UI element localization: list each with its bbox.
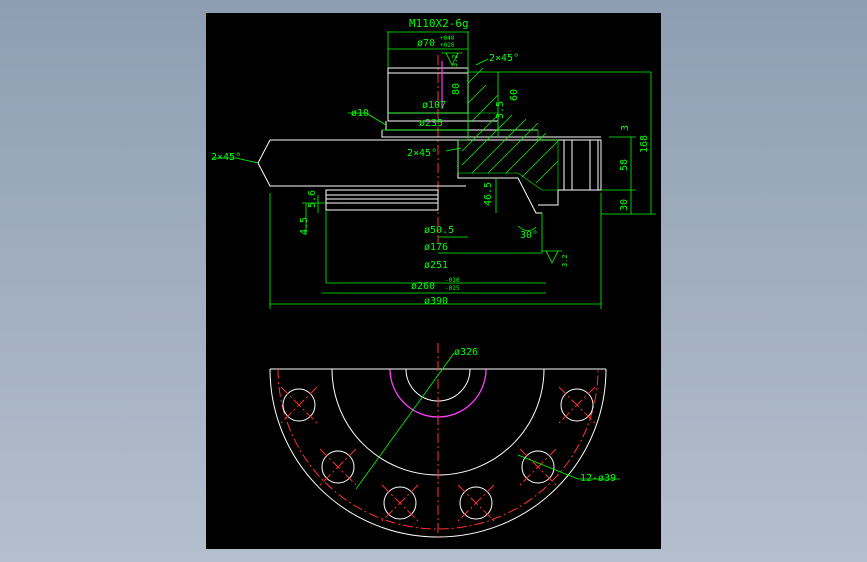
leader-d326 [355, 352, 455, 490]
roughness-symbol-top: 3.2 [442, 52, 462, 67]
dim-h35: 3.5 [495, 101, 506, 119]
dim-h168: 168 [639, 135, 650, 153]
technical-drawing: M110X2-6g ø70 +040 +020 2×45° ø107 ø10 ø… [211, 17, 656, 541]
dim-h58: 58 [619, 159, 630, 171]
dim-d70-tol-up: +040 [440, 35, 455, 42]
svg-text:3.2: 3.2 [451, 54, 459, 67]
dim-d235: ø235 [419, 118, 443, 129]
dim-d107: ø107 [422, 100, 446, 111]
dim-d176: ø176 [424, 242, 448, 253]
dim-d260-tol-dn: -025 [445, 285, 460, 292]
svg-text:3.2: 3.2 [561, 254, 569, 267]
bore-profile [457, 140, 542, 214]
roughness-symbol-bottom: 3.2 [542, 250, 569, 267]
leader-holes [517, 454, 579, 480]
dim-h30: 30 [619, 199, 630, 211]
dim-d70: ø70 [417, 38, 435, 49]
section-hatching [457, 67, 559, 191]
dim-d260-tol-up: -010 [445, 277, 460, 284]
dim-h56: 5.6 [307, 190, 318, 208]
spigot-outline [325, 189, 439, 211]
dim-angle-30: 30° [520, 230, 538, 241]
section-view: M110X2-6g ø70 +040 +020 2×45° ø107 ø10 ø… [211, 17, 656, 309]
dim-d251: ø251 [424, 260, 448, 271]
dim-chamfer-top: 2×45° [489, 53, 519, 64]
dim-thread: M110X2-6g [409, 17, 469, 30]
dim-d260: ø260 [411, 281, 435, 292]
dim-h3: 3 [620, 125, 631, 131]
dim-chamfer-mid: 2×45° [407, 148, 437, 159]
dim-h60: 60 [509, 89, 520, 101]
dim-d505: ø50.5 [424, 225, 454, 236]
flange-chamfer-left [257, 139, 326, 187]
dim-d326: ø326 [454, 347, 478, 358]
section-bolt-hole [563, 139, 599, 191]
dim-h45: 4.5 [299, 217, 310, 235]
dim-d70-tol-dn: +020 [440, 42, 455, 49]
plan-view: ø326 12-ø39 [269, 343, 620, 541]
dim-h80: 80 [451, 83, 462, 95]
hub-step-2 [385, 121, 538, 131]
cad-viewport[interactable]: M110X2-6g ø70 +040 +020 2×45° ø107 ø10 ø… [206, 13, 661, 549]
dim-d10: ø10 [351, 108, 369, 119]
dim-chamfer-left: 2×45° [211, 152, 241, 163]
dim-bolt-holes: 12-ø39 [580, 473, 616, 484]
dim-d390: ø390 [424, 296, 448, 307]
dim-h465: 46.5 [483, 182, 494, 206]
